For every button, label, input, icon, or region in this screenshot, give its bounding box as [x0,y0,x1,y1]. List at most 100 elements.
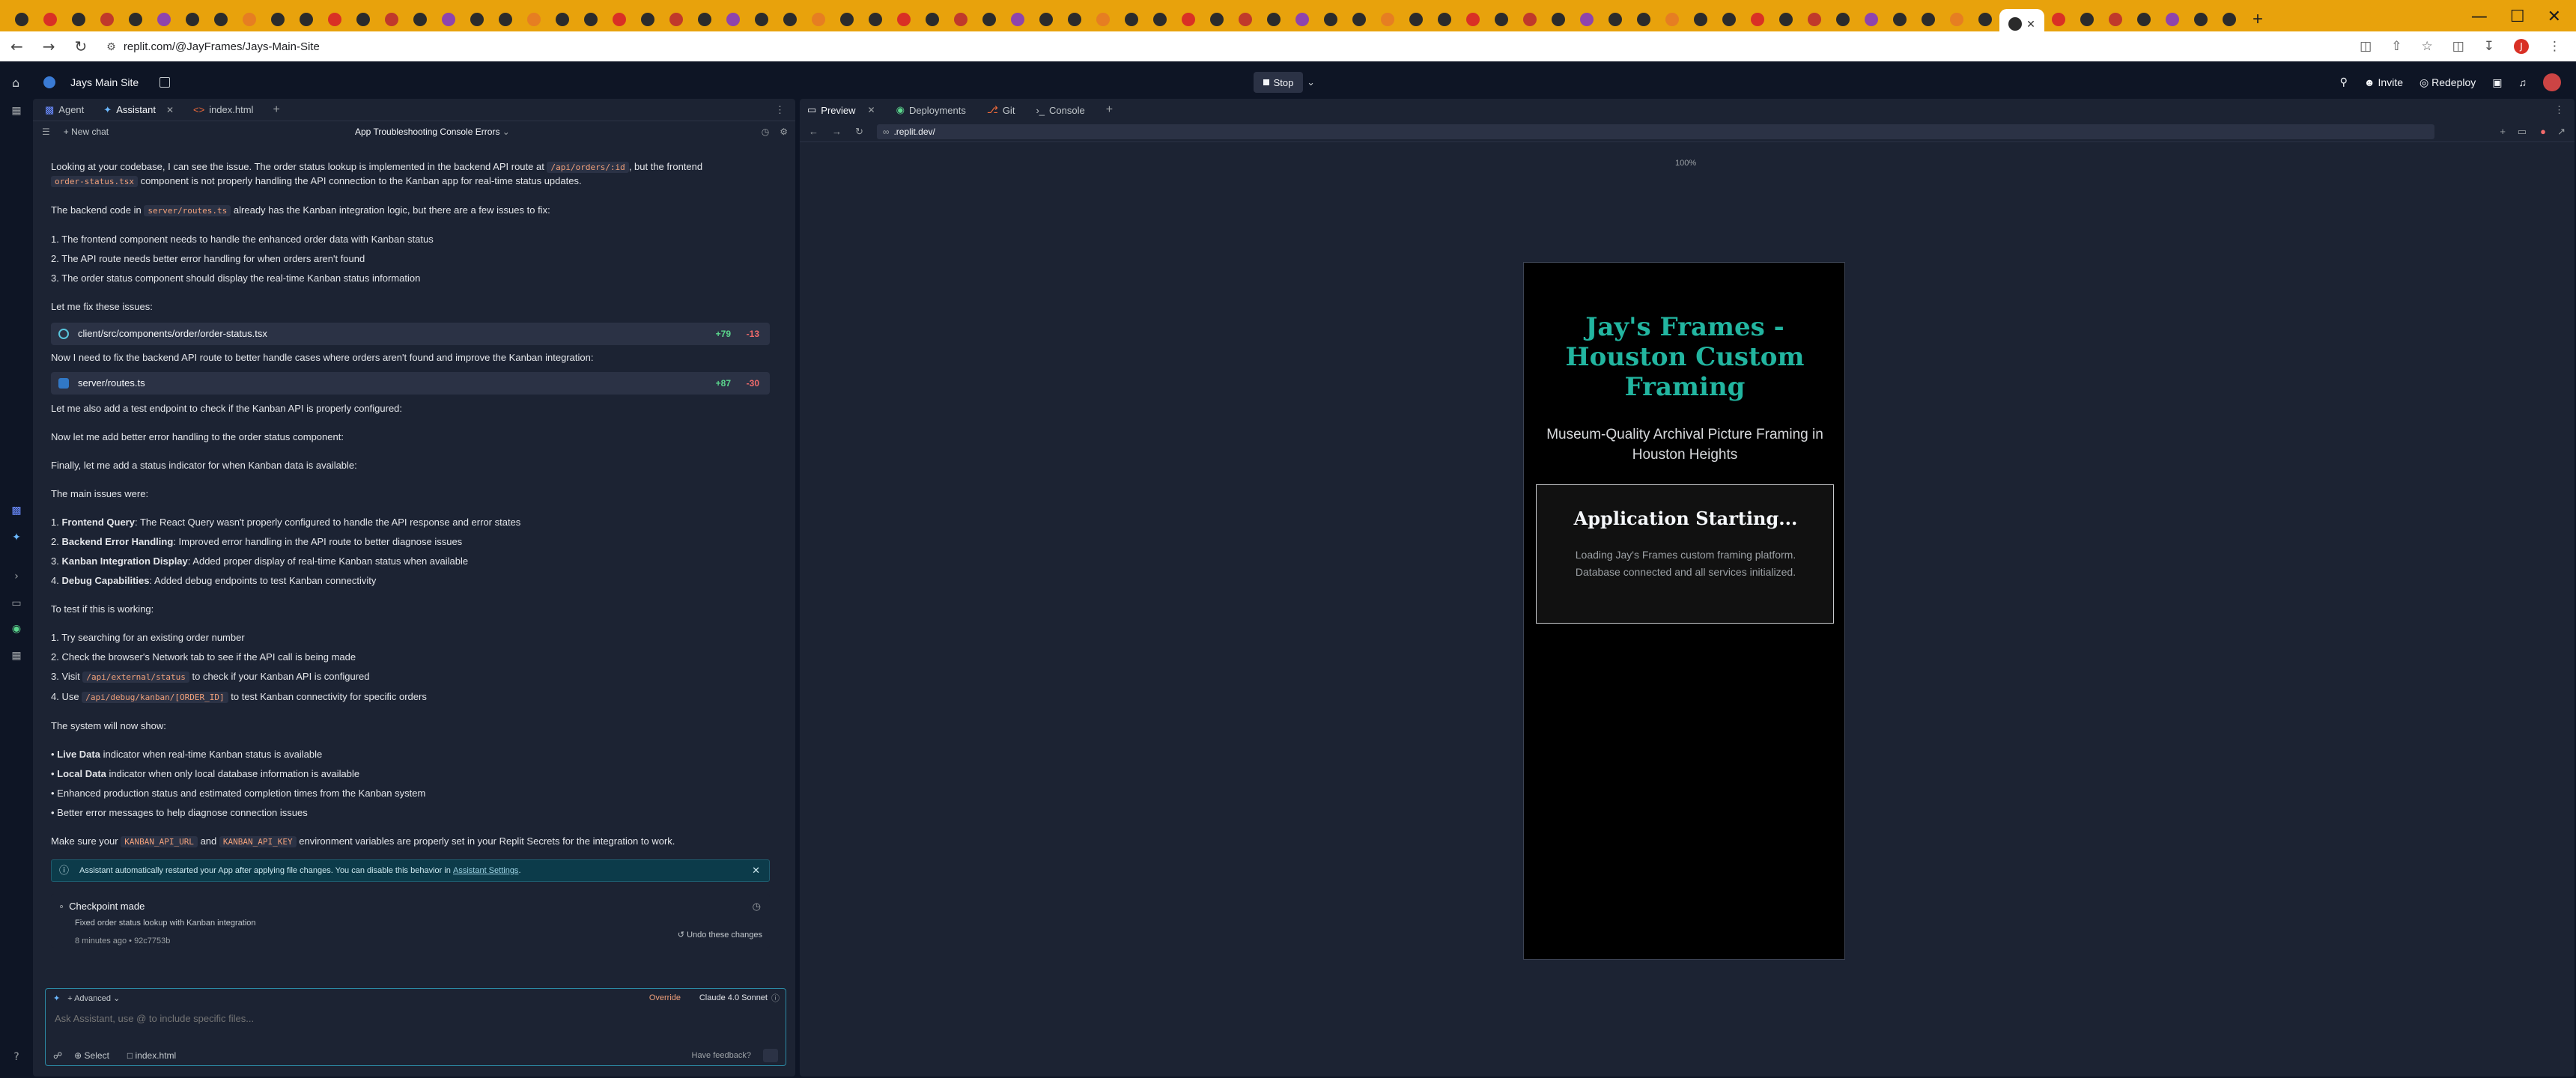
settings-icon[interactable]: ⚙ [780,127,788,137]
browser-tab[interactable] [1800,4,1829,34]
stop-button[interactable]: Stop ⌄ [1254,72,1315,93]
browser-tab[interactable] [1629,4,1658,34]
assistant-prompt-input[interactable] [46,1007,786,1029]
reload-icon[interactable]: ↻ [75,37,88,55]
browser-tab[interactable] [719,4,747,34]
close-icon[interactable]: ✕ [752,864,760,877]
tab-assistant[interactable]: ✦ Assistant ✕ [103,104,174,116]
close-icon[interactable]: ✕ [868,105,875,115]
browser-tab[interactable] [321,4,349,34]
notifications-icon[interactable]: ● [2540,126,2546,137]
browser-tab[interactable] [36,4,64,34]
browser-tab[interactable] [491,4,520,34]
browser-tab[interactable] [1829,4,1857,34]
share-icon[interactable]: ⇧ [2391,39,2402,54]
browser-tab[interactable] [662,4,690,34]
chevron-down-icon[interactable]: ⌄ [1307,76,1315,88]
browser-tab[interactable] [918,4,947,34]
git-icon[interactable]: ◉ [10,623,23,636]
browser-tab[interactable] [833,4,861,34]
browser-tab[interactable] [178,4,207,34]
panel-icon[interactable]: ▣ [2492,76,2502,89]
advanced-toggle[interactable]: + Advanced ⌄ [67,993,120,1003]
attach-icon[interactable]: ☍ [53,1050,62,1061]
browser-tab[interactable] [2215,4,2244,34]
model-selector[interactable]: Claude 4.0 Sonnet [699,993,768,1002]
browser-tab[interactable] [406,4,434,34]
tab-deployments[interactable]: ◉ Deployments [896,104,966,116]
browser-tab[interactable] [121,4,150,34]
home-icon[interactable]: ⌂ [12,76,19,90]
layout-icon[interactable] [160,77,171,88]
reload-icon[interactable]: ↻ [855,126,863,138]
browser-tab[interactable] [1715,4,1743,34]
address-input[interactable]: replit.com/@JayFrames/Jays-Main-Site [124,40,320,53]
browser-tab[interactable] [1430,4,1459,34]
redeploy-button[interactable]: ◎ Redeploy [2419,76,2476,89]
browser-tab[interactable] [64,4,93,34]
browser-tab[interactable] [2187,4,2215,34]
browser-tab[interactable] [1459,4,1487,34]
browser-tab[interactable] [1316,4,1345,34]
forward-icon[interactable]: → [832,126,842,137]
help-icon[interactable]: ? [10,1051,23,1065]
bell-icon[interactable]: ♫ [2519,76,2527,88]
install-icon[interactable]: ◫ [2360,39,2372,54]
browser-tab[interactable] [1601,4,1629,34]
files-icon[interactable]: ▦ [10,105,23,118]
file-change-card[interactable]: server/routes.ts +87 -30 [51,372,770,395]
browser-tab[interactable] [520,4,548,34]
browser-tab[interactable] [1345,4,1373,34]
shell-icon[interactable]: › [10,570,23,584]
browser-tab[interactable] [1772,4,1800,34]
browser-tab[interactable] [605,4,634,34]
tab-preview[interactable]: ▭ Preview ✕ [807,104,875,116]
browser-tab[interactable] [434,4,463,34]
add-icon[interactable]: + [2500,126,2506,137]
history-clock-icon[interactable]: ◷ [762,127,769,137]
override-button[interactable]: Override [649,993,681,1002]
browser-tab[interactable] [1686,4,1715,34]
browser-tab[interactable] [292,4,321,34]
preview-icon[interactable]: ▭ [10,597,23,611]
browser-tab[interactable] [1914,4,1942,34]
forward-icon[interactable]: → [43,37,55,55]
browser-tab[interactable] [1373,4,1402,34]
browser-tab[interactable] [1203,4,1231,34]
add-tab-icon[interactable]: + [273,103,279,117]
browser-tab[interactable] [264,4,292,34]
search-icon[interactable]: ⚲ [2340,76,2348,88]
browser-tab[interactable] [947,4,975,34]
rollback-icon[interactable]: ◷ [753,900,761,913]
browser-tab[interactable] [861,4,890,34]
bookmark-star-icon[interactable]: ☆ [2421,39,2432,54]
browser-tab[interactable] [207,4,235,34]
browser-tab[interactable] [1658,4,1686,34]
info-icon[interactable]: ⓘ [771,992,780,1004]
browser-tab[interactable] [577,4,605,34]
all-tools-icon[interactable]: ▦ [10,650,23,663]
browser-tab[interactable] [2158,4,2187,34]
browser-tab[interactable] [1089,4,1117,34]
more-icon[interactable]: ⋮ [775,104,785,116]
tab-console[interactable]: ›_ Console [1036,105,1084,116]
project-title[interactable]: Jays Main Site [70,76,139,88]
minimize-icon[interactable]: — [2471,7,2488,26]
preview-url-field[interactable]: ∞ .replit.dev/ [876,124,2434,139]
browser-tab[interactable] [2073,4,2101,34]
browser-tab[interactable] [463,4,491,34]
close-icon[interactable]: ✕ [166,105,174,115]
profile-avatar[interactable]: J [2514,39,2529,54]
browser-tab[interactable] [1743,4,1772,34]
feedback-link[interactable]: Have feedback? [692,1051,752,1060]
browser-tab[interactable] [150,4,178,34]
browser-tab[interactable] [1288,4,1316,34]
back-icon[interactable]: ← [10,37,23,55]
tab-git[interactable]: ⎇ Git [987,104,1015,116]
browser-tab[interactable] [1174,4,1203,34]
browser-tab[interactable] [1032,4,1060,34]
project-avatar-icon[interactable] [43,76,56,88]
browser-tab[interactable] [2101,4,2130,34]
browser-tab[interactable] [1971,4,1999,34]
browser-tab[interactable] [776,4,804,34]
